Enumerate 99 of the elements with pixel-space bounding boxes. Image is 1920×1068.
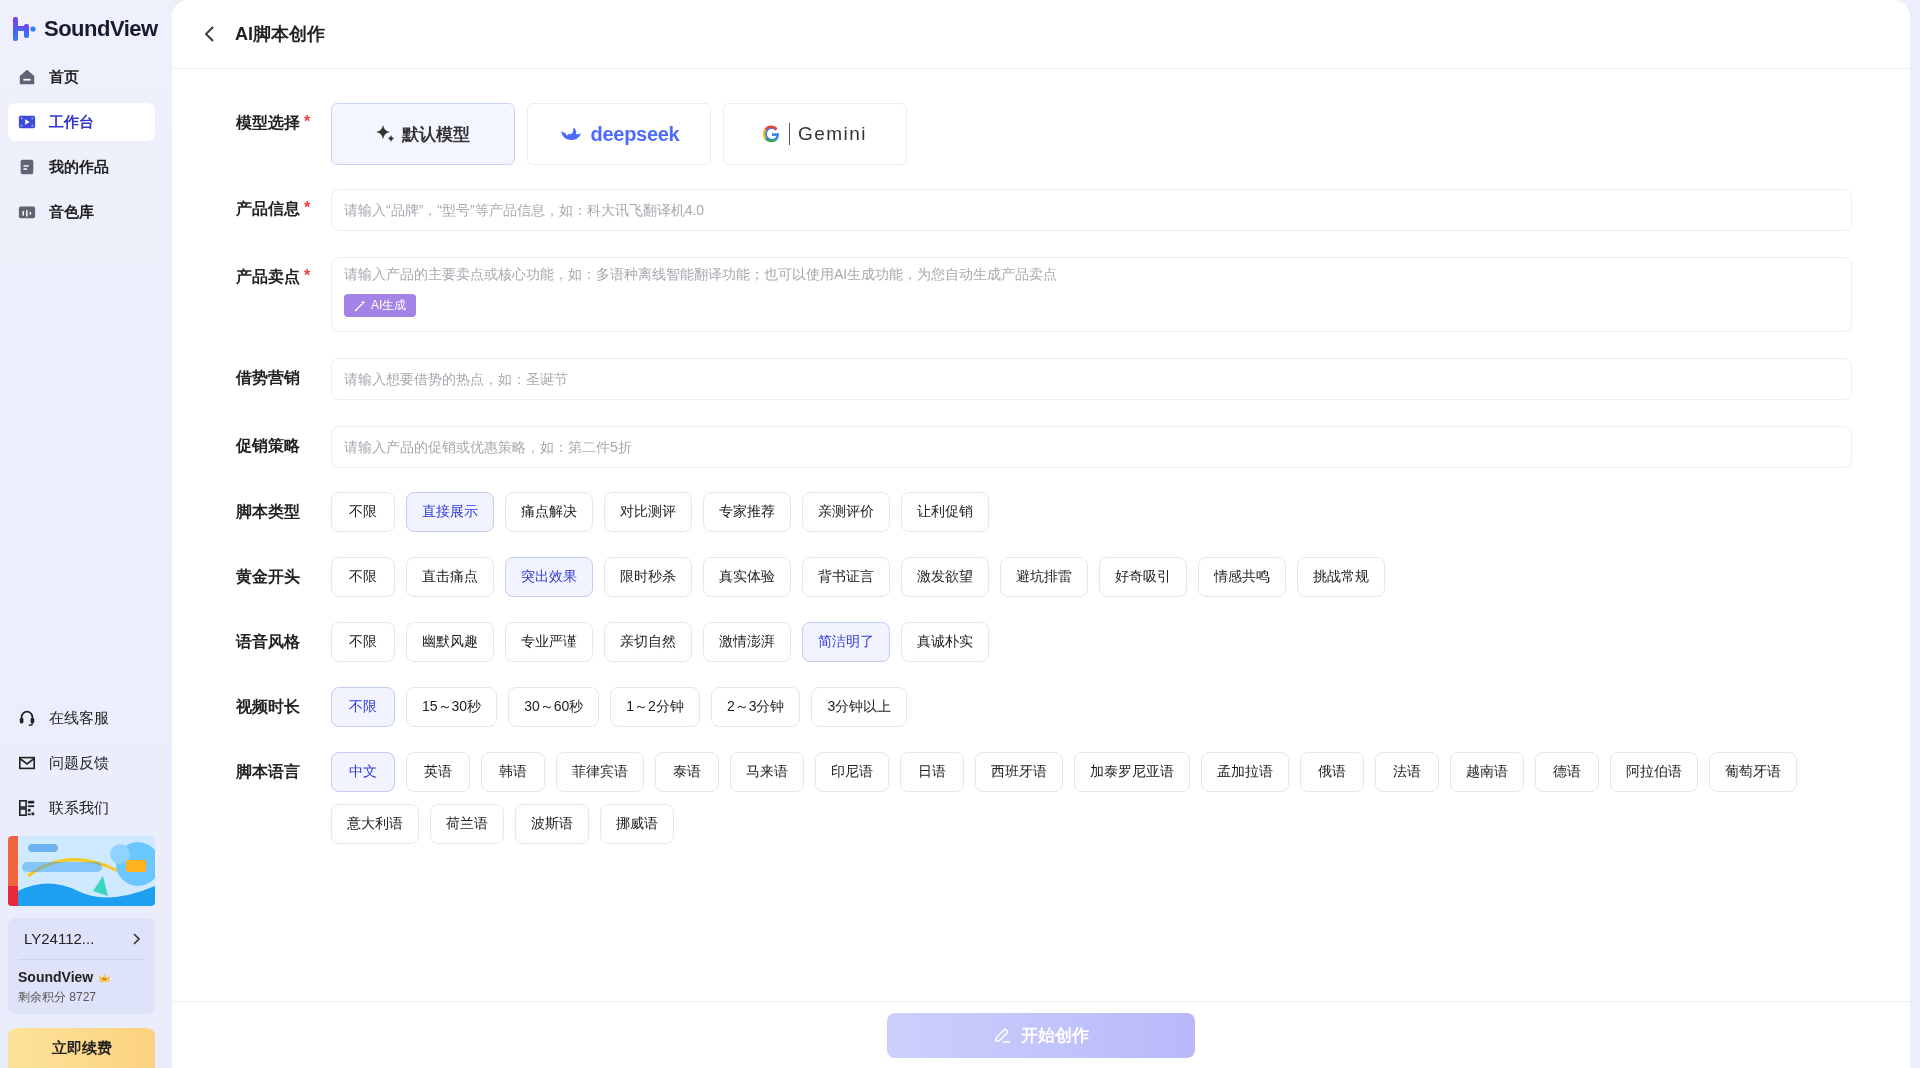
page-title: AI脚本创作 xyxy=(235,23,325,46)
option-chip[interactable]: 不限 xyxy=(331,557,395,597)
account-button[interactable]: LY24112... xyxy=(18,918,145,960)
support-link[interactable]: 问题反馈 xyxy=(49,753,109,773)
field-label: 模型选择 xyxy=(236,113,300,133)
option-chip[interactable]: 简洁明了 xyxy=(802,622,890,662)
app-name: SoundView xyxy=(44,16,158,42)
option-chip[interactable]: 激发欲望 xyxy=(901,557,989,597)
option-chip[interactable]: 德语 xyxy=(1535,752,1599,792)
option-chip[interactable]: 真实体验 xyxy=(703,557,791,597)
option-chip[interactable]: 专业严谨 xyxy=(505,622,593,662)
option-chip[interactable]: 日语 xyxy=(900,752,964,792)
required-mark: * xyxy=(304,267,311,286)
option-chip[interactable]: 对比测评 xyxy=(604,492,692,532)
required-mark: * xyxy=(304,113,311,132)
field-label: 视频时长 xyxy=(236,697,300,717)
option-chip[interactable]: 挪威语 xyxy=(600,804,674,844)
option-chip[interactable]: 真诚朴实 xyxy=(901,622,989,662)
support-link[interactable]: 在线客服 xyxy=(49,708,109,728)
option-chip[interactable]: 荷兰语 xyxy=(430,804,504,844)
option-chip[interactable]: 菲律宾语 xyxy=(556,752,644,792)
text-field[interactable]: 请输入“品牌”，“型号”等产品信息，如：科大讯飞翻译机4.0 xyxy=(331,189,1852,231)
qr-code-icon xyxy=(18,799,36,817)
option-chip[interactable]: 3分钟以上 xyxy=(811,687,908,727)
option-chip[interactable]: 背书证言 xyxy=(802,557,890,597)
video-icon xyxy=(18,113,36,131)
option-chip[interactable]: 西班牙语 xyxy=(975,752,1063,792)
text-field[interactable]: 请输入想要借势的热点，如：圣诞节 xyxy=(331,358,1852,400)
option-chip[interactable]: 30～60秒 xyxy=(508,687,600,727)
required-mark: * xyxy=(304,199,311,218)
option-chip[interactable]: 印尼语 xyxy=(815,752,889,792)
option-chip[interactable]: 情感共鸣 xyxy=(1198,557,1286,597)
option-chip[interactable]: 限时秒杀 xyxy=(604,557,692,597)
field-label: 脚本类型 xyxy=(236,502,300,522)
option-chip[interactable]: 直接展示 xyxy=(406,492,494,532)
option-chip[interactable]: 中文 xyxy=(331,752,395,792)
option-chip[interactable]: 意大利语 xyxy=(331,804,419,844)
text-field[interactable]: 请输入产品的促销或优惠策略，如：第二件5折 xyxy=(331,426,1852,468)
option-chip[interactable]: 痛点解决 xyxy=(505,492,593,532)
logo-icon xyxy=(12,16,36,42)
option-chip[interactable]: 波斯语 xyxy=(515,804,589,844)
points-balance: 剩余积分 8727 xyxy=(18,989,97,1006)
option-chip[interactable]: 突出效果 xyxy=(505,557,593,597)
nav-item[interactable]: 工作台 xyxy=(8,103,155,141)
option-chip[interactable]: 孟加拉语 xyxy=(1201,752,1289,792)
option-chip[interactable]: 15～30秒 xyxy=(406,687,498,727)
model-option[interactable]: 默认模型 xyxy=(331,103,515,165)
crown-icon xyxy=(98,971,112,983)
option-chip[interactable]: 好奇吸引 xyxy=(1099,557,1187,597)
option-chip[interactable]: 亲测评价 xyxy=(802,492,890,532)
chevron-left-icon xyxy=(204,26,215,42)
magic-wand-icon xyxy=(354,299,366,312)
option-chip[interactable]: 亲切自然 xyxy=(604,622,692,662)
option-chip[interactable]: 阿拉伯语 xyxy=(1610,752,1698,792)
option-chip[interactable]: 避坑排雷 xyxy=(1000,557,1088,597)
option-chip[interactable]: 泰语 xyxy=(655,752,719,792)
support-link[interactable]: 联系我们 xyxy=(49,798,109,818)
mail-icon xyxy=(18,754,36,772)
field-label: 借势营销 xyxy=(236,368,300,388)
option-chip[interactable]: 幽默风趣 xyxy=(406,622,494,662)
google-g-icon xyxy=(762,125,781,143)
option-chip[interactable]: 让利促销 xyxy=(901,492,989,532)
option-chip[interactable]: 2～3分钟 xyxy=(710,687,801,727)
option-chip[interactable]: 俄语 xyxy=(1300,752,1364,792)
account-name: SoundView xyxy=(18,969,94,985)
whale-icon xyxy=(558,125,583,143)
sparkle-icon xyxy=(376,125,394,143)
document-icon xyxy=(18,158,36,176)
nav-item[interactable]: 首页 xyxy=(8,58,155,96)
option-chip[interactable]: 马来语 xyxy=(730,752,804,792)
chevron-right-icon xyxy=(131,932,141,945)
model-option[interactable]: Gemini xyxy=(723,103,907,165)
field-label: 语音风格 xyxy=(236,632,300,652)
option-chip[interactable]: 法语 xyxy=(1375,752,1439,792)
option-chip[interactable]: 1～2分钟 xyxy=(610,687,700,727)
headset-icon xyxy=(18,709,36,727)
field-label: 促销策略 xyxy=(236,436,300,456)
option-chip[interactable]: 葡萄牙语 xyxy=(1709,752,1797,792)
nav-item[interactable]: 我的作品 xyxy=(8,148,155,186)
option-chip[interactable]: 不限 xyxy=(331,492,395,532)
option-chip[interactable]: 专家推荐 xyxy=(703,492,791,532)
option-chip[interactable]: 激情澎湃 xyxy=(703,622,791,662)
option-chip[interactable]: 不限 xyxy=(331,687,395,727)
option-chip[interactable]: 直击痛点 xyxy=(406,557,494,597)
option-chip[interactable]: 越南语 xyxy=(1450,752,1524,792)
pencil-icon xyxy=(993,1026,1011,1044)
option-chip[interactable]: 韩语 xyxy=(481,752,545,792)
option-chip[interactable]: 不限 xyxy=(331,622,395,662)
renew-button[interactable]: 立即续费 xyxy=(8,1028,155,1068)
field-label: 产品卖点 xyxy=(236,267,300,287)
model-option[interactable]: deepseek xyxy=(527,103,711,165)
option-chip[interactable]: 挑战常规 xyxy=(1297,557,1385,597)
option-chip[interactable]: 加泰罗尼亚语 xyxy=(1074,752,1190,792)
field-label: 产品信息 xyxy=(236,199,300,219)
option-chip[interactable]: 英语 xyxy=(406,752,470,792)
field-label: 脚本语言 xyxy=(236,762,300,782)
home-icon xyxy=(18,68,36,86)
nav-item[interactable]: 音色库 xyxy=(8,193,155,231)
field-label: 黄金开头 xyxy=(236,567,300,587)
